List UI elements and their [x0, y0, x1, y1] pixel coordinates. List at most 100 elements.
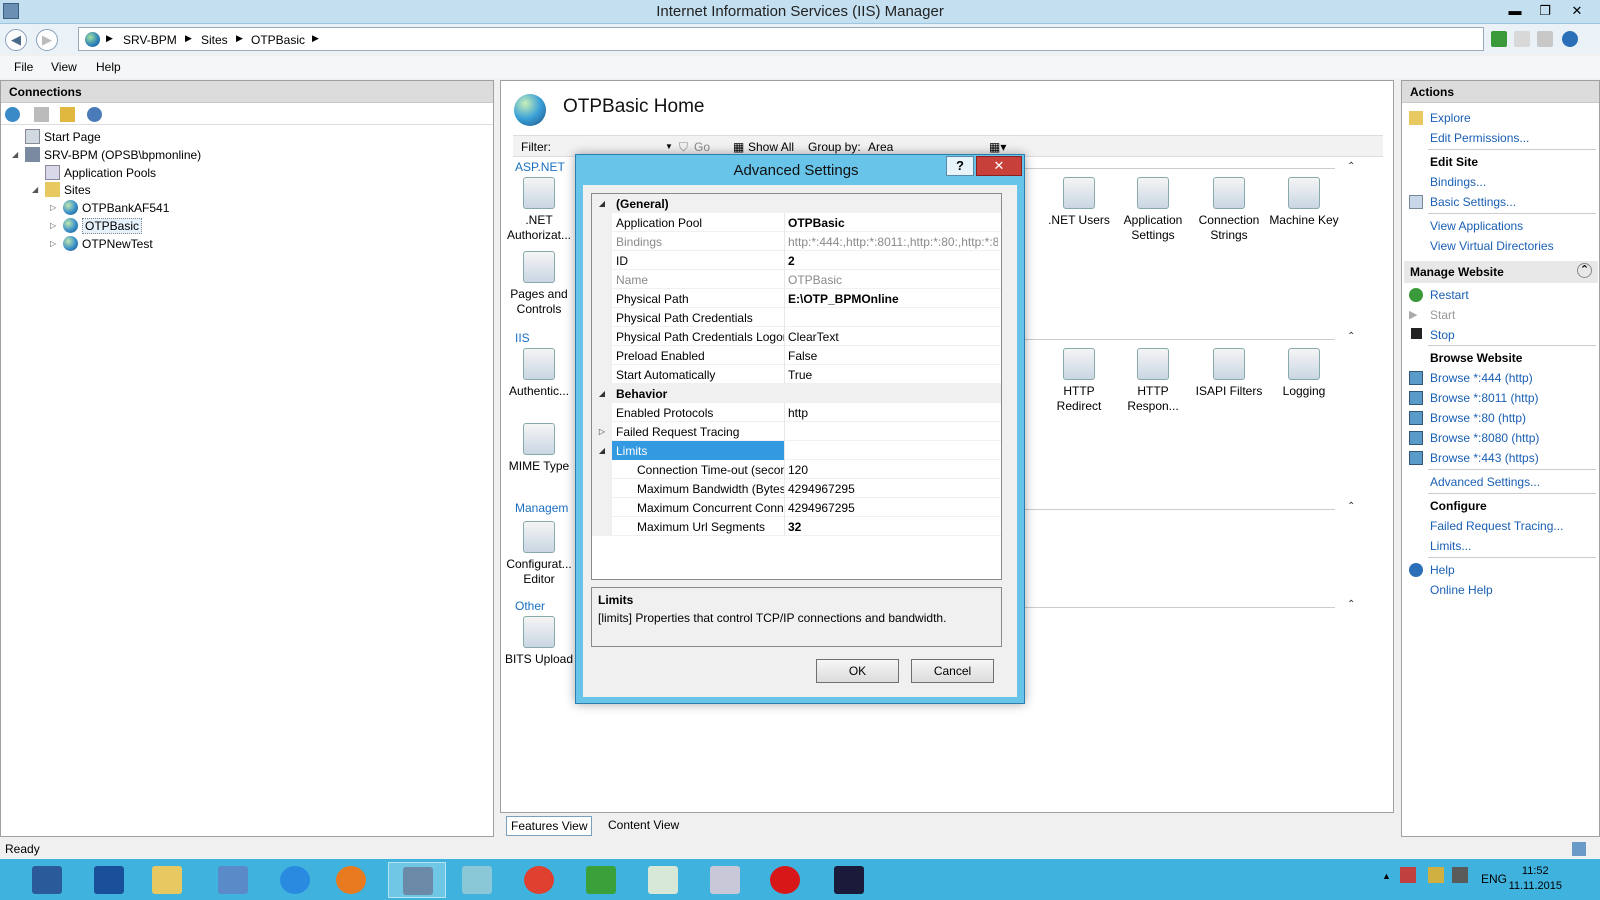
- clock[interactable]: 11:52 11.11.2015: [1509, 864, 1562, 894]
- property-row[interactable]: Maximum Url Segments 32: [592, 517, 1001, 536]
- tray-network-icon[interactable]: [1428, 867, 1444, 883]
- property-row[interactable]: Connection Time-out (seconds)120: [592, 460, 1001, 479]
- forward-button[interactable]: ▶: [36, 29, 58, 51]
- feature-bits-upload[interactable]: BITS Upload: [501, 616, 577, 667]
- feature-authentication[interactable]: Authentic...: [501, 348, 577, 399]
- section-iis[interactable]: IIS: [515, 331, 530, 345]
- tray-volume-icon[interactable]: [1452, 867, 1468, 883]
- cancel-button[interactable]: Cancel: [911, 659, 994, 683]
- feature-isapi-filters[interactable]: ISAPI Filters: [1191, 348, 1267, 399]
- taskbar-ie[interactable]: [266, 862, 324, 898]
- property-row[interactable]: Preload Enabled False: [592, 346, 1001, 365]
- connect-icon[interactable]: [5, 107, 20, 122]
- property-row[interactable]: Physical Path E:\OTP_BPMOnline: [592, 289, 1001, 308]
- taskbar-remote[interactable]: [204, 862, 262, 898]
- feature-net-users[interactable]: .NET Users: [1041, 177, 1117, 228]
- property-row[interactable]: Application Pool OTPBasic: [592, 213, 1001, 232]
- taskbar-app-12[interactable]: [696, 862, 754, 898]
- tree-server[interactable]: ◢ SRV-BPM (OPSB\bpmonline): [12, 147, 201, 162]
- tab-features-view[interactable]: Features View: [506, 816, 593, 836]
- section-management[interactable]: Managem: [515, 501, 568, 515]
- expand-icon[interactable]: ▷: [50, 239, 56, 248]
- feature-http-redirect[interactable]: HTTP Redirect: [1041, 348, 1117, 414]
- feature-logging[interactable]: Logging: [1266, 348, 1342, 399]
- action-start[interactable]: Start: [1430, 308, 1455, 322]
- property-row[interactable]: Start Automatically True: [592, 365, 1001, 384]
- property-row[interactable]: ▷ Failed Request Tracing: [592, 422, 1001, 441]
- collapse-icon[interactable]: ◢: [32, 185, 38, 194]
- property-row[interactable]: Physical Path Credentials Logon ClearText: [592, 327, 1001, 346]
- dialog-help-button[interactable]: ?: [946, 156, 974, 176]
- tree-site-otpnewtest[interactable]: ▷ OTPNewTest: [50, 236, 153, 251]
- action-help[interactable]: Help: [1430, 563, 1455, 577]
- feature-connection-strings[interactable]: Connection Strings: [1191, 177, 1267, 243]
- minimize-button[interactable]: ▬: [1500, 0, 1530, 22]
- taskbar-iis-manager[interactable]: [388, 862, 446, 898]
- action-limits[interactable]: Limits...: [1430, 539, 1471, 553]
- address-bar[interactable]: ▶ SRV-BPM ▶ Sites ▶ OTPBasic ▶: [78, 27, 1484, 51]
- crumb-server[interactable]: SRV-BPM: [123, 33, 177, 47]
- view-mode-icon[interactable]: ▦▾: [989, 140, 1006, 154]
- home-icon[interactable]: [1537, 31, 1553, 47]
- action-explore[interactable]: Explore: [1430, 111, 1471, 125]
- category-behavior[interactable]: ◢ Behavior: [592, 384, 1001, 403]
- tray-expand-icon[interactable]: ▲: [1382, 871, 1391, 881]
- tree-site-otpbankaf541[interactable]: ▷ OTPBankAF541: [50, 200, 169, 215]
- action-view-applications[interactable]: View Applications: [1430, 219, 1523, 233]
- action-advanced-settings[interactable]: Advanced Settings...: [1430, 475, 1540, 489]
- feature-application-settings[interactable]: Application Settings: [1115, 177, 1191, 243]
- property-row[interactable]: Enabled Protocols http: [592, 403, 1001, 422]
- filter-dropdown-icon[interactable]: ▼: [665, 142, 673, 151]
- collapse-icon[interactable]: ◢: [12, 150, 18, 159]
- action-bindings[interactable]: Bindings...: [1430, 175, 1486, 189]
- taskbar-app-9[interactable]: [510, 862, 568, 898]
- expand-icon[interactable]: ▷: [592, 422, 612, 441]
- collapse-section-icon[interactable]: ⌃: [1347, 331, 1355, 342]
- property-row[interactable]: ID 2: [592, 251, 1001, 270]
- feature-pages-controls[interactable]: Pages and Controls: [501, 251, 577, 317]
- collapse-section-icon[interactable]: ⌃: [1347, 501, 1355, 512]
- disconnect-icon[interactable]: [87, 107, 102, 122]
- menu-file[interactable]: File: [14, 60, 33, 74]
- taskbar-visual-studio[interactable]: [820, 862, 878, 898]
- property-row[interactable]: Physical Path Credentials: [592, 308, 1001, 327]
- taskbar-powershell[interactable]: [80, 862, 138, 898]
- taskbar-app-8[interactable]: [448, 862, 506, 898]
- taskbar-opera[interactable]: [756, 862, 814, 898]
- taskbar-explorer[interactable]: [138, 862, 196, 898]
- taskbar-server-manager[interactable]: [18, 862, 76, 898]
- expand-icon[interactable]: ▷: [50, 221, 56, 230]
- collapse-group-icon[interactable]: ⌃: [1577, 263, 1592, 278]
- property-row[interactable]: Name OTPBasic: [592, 270, 1001, 289]
- show-all-button[interactable]: Show All: [748, 140, 794, 154]
- collapse-icon[interactable]: ◢: [592, 384, 612, 403]
- stop-icon[interactable]: [1514, 31, 1530, 47]
- tree-site-otpbasic[interactable]: ▷ OTPBasic: [50, 218, 143, 234]
- dialog-close-button[interactable]: ✕: [976, 156, 1022, 176]
- crumb-sites[interactable]: Sites: [201, 33, 228, 47]
- close-window-button[interactable]: ✕: [1562, 0, 1592, 22]
- action-browse-8011[interactable]: Browse *:8011 (http): [1430, 391, 1539, 405]
- property-grid[interactable]: ◢ (General) Application Pool OTPBasic Bind…: [591, 193, 1002, 580]
- collapse-icon[interactable]: ◢: [592, 441, 612, 460]
- taskbar-app-11[interactable]: [634, 862, 692, 898]
- up-folder-icon[interactable]: [60, 107, 75, 122]
- maximize-button[interactable]: ❐: [1530, 0, 1560, 22]
- feature-net-authorization[interactable]: .NET Authorizat...: [501, 177, 577, 243]
- collapse-section-icon[interactable]: ⌃: [1347, 161, 1355, 172]
- property-row[interactable]: Maximum Bandwidth (Bytes/second)42949672…: [592, 479, 1001, 498]
- manage-website-group[interactable]: Manage Website ⌃: [1404, 261, 1598, 283]
- tree-app-pools[interactable]: Application Pools: [45, 165, 156, 180]
- menu-view[interactable]: View: [51, 60, 77, 74]
- ok-button[interactable]: OK: [816, 659, 899, 683]
- category-general[interactable]: ◢ (General): [592, 194, 1001, 213]
- action-failed-request-tracing[interactable]: Failed Request Tracing...: [1430, 519, 1563, 533]
- feature-configuration-editor[interactable]: Configurat... Editor: [501, 521, 577, 587]
- action-browse-8080[interactable]: Browse *:8080 (http): [1430, 431, 1539, 445]
- action-basic-settings[interactable]: Basic Settings...: [1430, 195, 1516, 209]
- action-browse-443[interactable]: Browse *:443 (https): [1430, 451, 1539, 465]
- crumb-site[interactable]: OTPBasic: [251, 33, 305, 47]
- property-row-limits[interactable]: ◢ Limits: [592, 441, 1001, 460]
- feature-mime-types[interactable]: MIME Type: [501, 423, 577, 474]
- back-button[interactable]: ◀: [5, 29, 27, 51]
